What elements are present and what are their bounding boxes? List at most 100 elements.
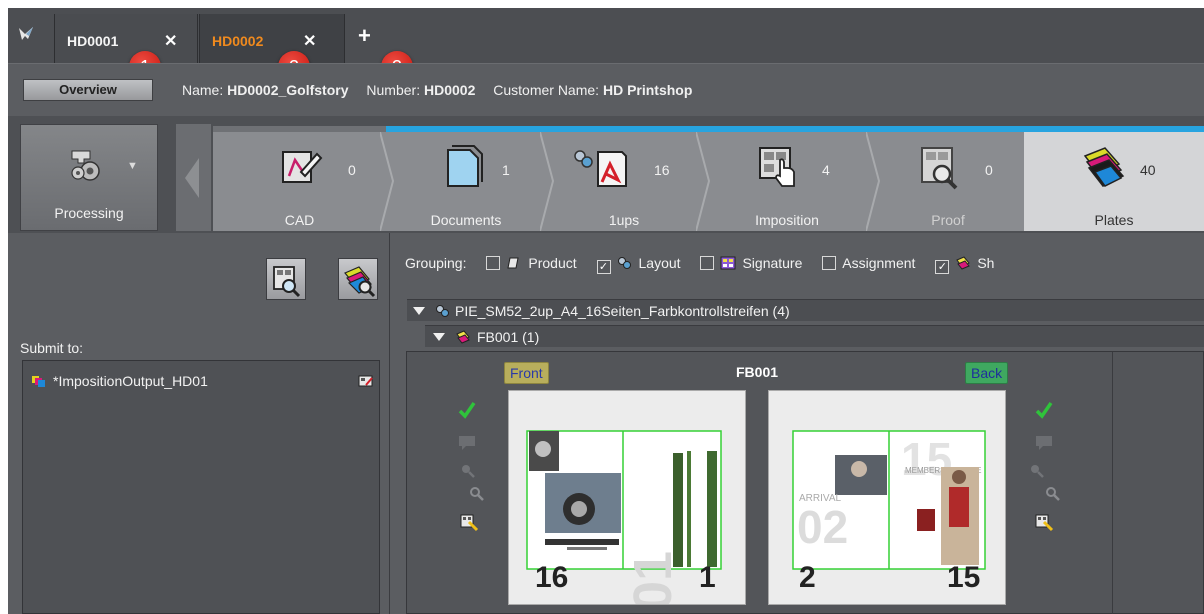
front-sheet-preview[interactable]: 01 16 1 [508,390,746,611]
grouping-layout-option[interactable]: ✓ Layout [596,255,681,274]
workflow-step-plates[interactable]: 40 Plates [1024,126,1204,231]
sheet-checkbox[interactable]: ✓ [935,260,950,274]
imposition-preview-button[interactable] [266,258,306,300]
check-ok-icon [458,402,476,419]
inspect-icon [1031,465,1044,478]
magnifier-icon [470,487,484,501]
option-label: Assignment [842,255,916,271]
tab-label: HD0002 [212,33,264,49]
output-panel: Submit to: *ImpositionOutput_HD01 [8,233,390,614]
svg-text:02: 02 [797,501,848,553]
grouping-assignment-option[interactable]: Assignment [822,255,915,271]
submit-target-list[interactable]: *ImpositionOutput_HD01 [22,360,380,614]
assignment-checkbox[interactable] [822,256,837,270]
check-ok-icon [1035,402,1053,419]
chevron-down-icon[interactable]: ▼ [127,160,138,172]
sheet-title: FB001 [736,364,779,380]
step-count: 16 [654,162,670,178]
option-label: Layout [638,255,681,271]
add-tab-button[interactable]: + [358,25,371,47]
number-value: HD0002 [423,82,476,98]
layout-icon [617,257,631,269]
plate-info-icon [1035,514,1054,532]
name-label: Name: [182,82,224,98]
tab-hd0001[interactable]: HD0001 ✕ [54,14,198,63]
tab-hd0002[interactable]: HD0002 ✕ [199,14,345,63]
front-side-label: Front [504,362,549,384]
imposition-hand-icon [759,147,795,187]
step-count: 4 [822,162,830,178]
submit-item-label: *ImpositionOutput_HD01 [53,373,208,389]
signature-checkbox[interactable] [700,256,715,270]
back-side-label: Back [965,362,1009,384]
workflow-step-documents[interactable]: 1 Documents [386,126,546,231]
step-label: 1ups [608,212,640,228]
submit-to-label: Submit to: [20,340,84,356]
processing-gears-icon [71,150,100,181]
grouping-signature-option[interactable]: Signature [700,255,802,271]
page-number-15: 15 [947,561,981,594]
plates-panel: Grouping: Product ✓ Layout Signature Assi… [392,233,1204,614]
sheet-preview-area: Front FB001 Back 01 16 1 02 ARRIVAL 15 M… [406,351,1204,614]
option-label: Signature [742,255,803,271]
layout-icon [436,305,449,317]
step-label: CAD [284,212,315,228]
sheet-node-label: FB001 (1) [477,329,540,345]
inspect-icon [462,465,475,478]
magnifier-icon [1046,487,1060,501]
close-tab-icon[interactable]: ✕ [164,31,177,51]
step-label: Proof [931,212,965,228]
list-item[interactable]: *ImpositionOutput_HD01 [31,373,208,389]
job-info-bar: Overview Name: HD0002_Golfstory Number: … [8,63,1204,116]
sheet-icon [456,330,470,344]
page-number-2: 2 [799,561,816,594]
app-window: HD0001 ✕ HD0002 ✕ + 1 2 3 Overview Name:… [8,8,1204,614]
close-tab-icon[interactable]: ✕ [303,31,316,51]
step-count: 40 [1140,162,1156,178]
documents-icon [447,145,483,187]
grouping-sheet-option[interactable]: ✓ Sh [935,255,994,274]
page-number-1: 1 [699,561,716,594]
expand-caret-icon[interactable] [413,307,425,315]
sheet-tree-node[interactable]: FB001 (1) [425,325,1204,347]
product-icon [507,257,519,269]
signature-icon [720,256,736,270]
proof-magnifier-icon [921,147,958,190]
step-count: 1 [502,162,510,178]
step-count: 0 [348,162,356,178]
customer-value: HD Printshop [602,82,693,98]
edit-target-icon[interactable] [358,374,374,388]
layout-node-label: PIE_SM52_2up_A4_16Seiten_Farbkontrollstr… [455,303,790,319]
overview-button[interactable]: Overview [23,79,153,101]
plates-preview-button[interactable] [338,258,378,300]
workflow-step-proof[interactable]: 0 Proof [872,126,1024,231]
grouping-product-option[interactable]: Product [486,255,577,271]
processing-label: Processing [54,205,124,221]
sheet-card[interactable]: Front FB001 Back 01 16 1 02 ARRIVAL 15 M… [407,352,1113,614]
step-label: Imposition [755,212,819,228]
grouping-label: Grouping: [405,255,467,271]
option-label: Product [528,255,577,271]
comment-icon [459,436,475,450]
imposition-magnifier-icon [273,266,301,298]
grouping-bar: Grouping: Product ✓ Layout Signature Assi… [405,255,994,274]
output-device-icon [32,376,45,387]
svg-text:ARRIVAL: ARRIVAL [799,493,841,504]
sheet-icon [956,256,971,270]
workflow-step-imposition[interactable]: 4 Imposition [702,126,872,231]
workflow-scroll-back-button[interactable] [176,124,211,231]
expand-caret-icon[interactable] [433,333,445,341]
workflow-step-1ups[interactable]: 16 1ups [546,126,702,231]
back-sheet-preview[interactable]: 02 ARRIVAL 15 MEMBERS LOUNGE 2 15 [768,390,1006,605]
layout-tree-node[interactable]: PIE_SM52_2up_A4_16Seiten_Farbkontrollstr… [407,299,1204,321]
workflow-step-cad[interactable]: 0 CAD [213,126,386,231]
comment-icon [1036,436,1052,450]
job-tab-bar: HD0001 ✕ HD0002 ✕ + [8,8,1204,63]
layout-checkbox[interactable]: ✓ [596,260,611,274]
app-logo-icon[interactable] [16,24,36,44]
step-label: Plates [1094,212,1134,228]
product-checkbox[interactable] [486,256,501,270]
workflow-bar: ▼ Processing 0 CAD 1 Documents 16 1ups 4… [8,116,1204,233]
processing-button[interactable]: ▼ Processing [20,124,158,231]
plates-magnifier-icon [344,266,376,298]
